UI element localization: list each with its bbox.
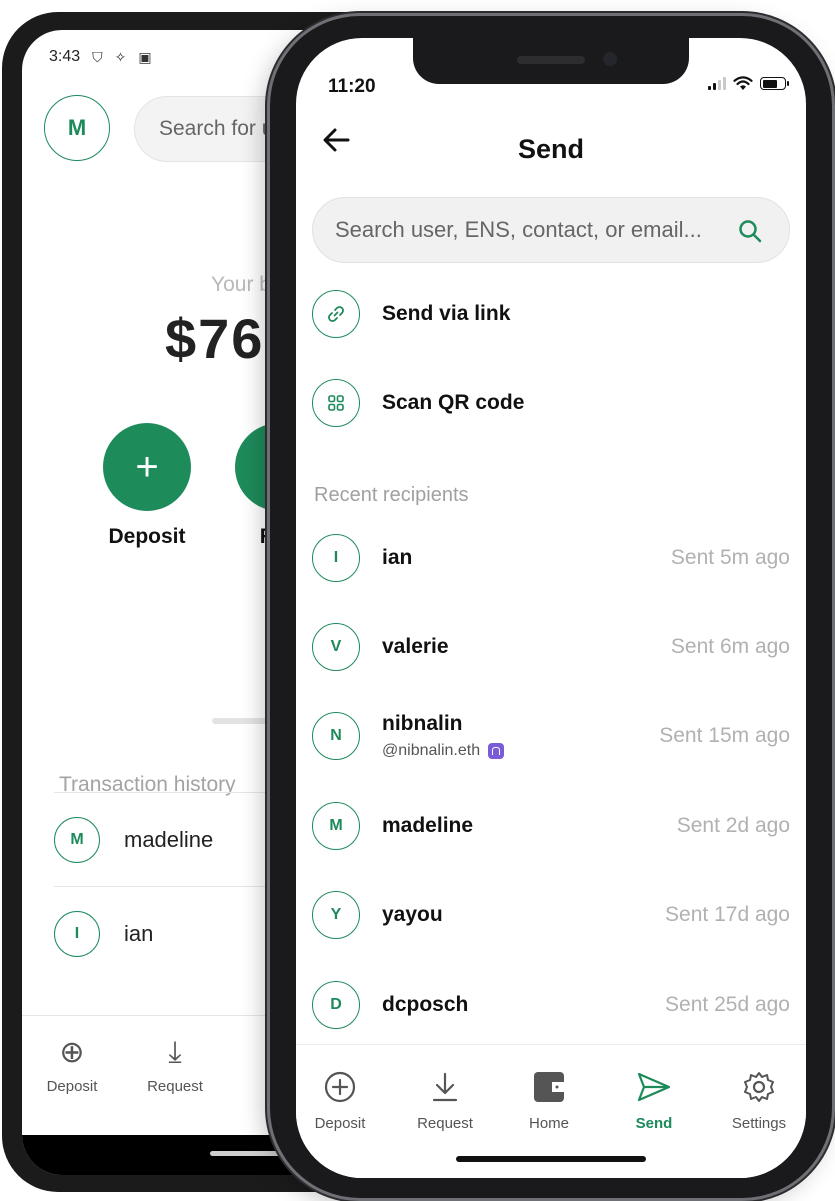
plus-icon: + [103, 423, 191, 511]
recipient-name: madeline [382, 814, 474, 837]
tab-request[interactable]: Request [397, 1069, 493, 1132]
recipient-row[interactable]: M madeline Sent 2d ago [312, 796, 790, 856]
recipient-name: ian [382, 546, 413, 569]
page-title: Send [517, 134, 584, 164]
recipient-avatar: D [312, 981, 360, 1029]
scan-qr-option[interactable]: Scan QR code [312, 373, 790, 433]
deposit-action-label: Deposit [108, 525, 186, 548]
recipient-name: yayou [382, 903, 443, 926]
android-status-bar: 3:43 ⛉ ✧ ▣ [49, 48, 152, 66]
wallet-icon [501, 1069, 597, 1105]
plus-circle-icon [296, 1069, 388, 1105]
tab-label: Home [528, 1115, 569, 1132]
battery-icon [760, 77, 789, 90]
search-placeholder: Search for u [159, 117, 274, 140]
gear-icon [711, 1069, 806, 1105]
recipient-time: Sent 6m ago [670, 635, 790, 658]
tab-request[interactable]: ⤓ Request [130, 1034, 220, 1095]
tab-send[interactable]: Send [606, 1069, 702, 1132]
shield-icon: ⛉ [92, 48, 103, 65]
plus-circle-icon: ⊕ [59, 1036, 85, 1069]
recipient-name: nibnalin [382, 712, 463, 735]
search-icon[interactable] [737, 218, 763, 244]
tab-label: Request [147, 1078, 203, 1095]
recent-recipients-title: Recent recipients [314, 484, 469, 506]
recipient-time: Sent 25d ago [665, 993, 790, 1016]
home-indicator[interactable] [456, 1156, 646, 1162]
recipient-avatar: N [312, 712, 360, 760]
tab-deposit[interactable]: ⊕ Deposit [27, 1034, 117, 1095]
deposit-action[interactable]: + Deposit [102, 423, 192, 549]
ens-badge-icon [488, 743, 505, 759]
download-icon [397, 1069, 493, 1105]
signal-icon [708, 77, 726, 90]
balance-amount: $76 [165, 307, 265, 370]
tab-label: Settings [731, 1115, 787, 1132]
recipient-row[interactable]: D dcposch Sent 25d ago [312, 975, 790, 1035]
option-label: Send via link [382, 302, 511, 325]
recipient-handle-row: @nibnalin.eth [382, 742, 505, 760]
status-indicators [708, 76, 789, 91]
tab-label: Request [417, 1115, 473, 1132]
recipient-time: Sent 5m ago [670, 546, 790, 569]
recipient-row[interactable]: V valerie Sent 6m ago [312, 617, 790, 677]
recipient-avatar: V [312, 623, 360, 671]
home-gesture-pill[interactable] [210, 1151, 290, 1156]
tab-label: Send [635, 1115, 673, 1132]
option-label: Scan QR code [382, 391, 525, 414]
recipient-name: valerie [382, 635, 449, 658]
avatar[interactable]: M [44, 95, 110, 161]
transaction-avatar: M [54, 816, 100, 863]
send-via-link-option[interactable]: Send via link [312, 284, 790, 344]
recipient-time: Sent 17d ago [665, 903, 790, 926]
tab-settings[interactable]: Settings [711, 1069, 806, 1132]
tab-label: Deposit [314, 1115, 366, 1132]
status-time: 11:20 [328, 76, 376, 97]
balance-label: Your b [211, 273, 271, 296]
speaker-grille [517, 56, 585, 64]
tab-home[interactable]: Home [501, 1069, 597, 1132]
keyboard-icon: ▣ [138, 48, 152, 65]
transaction-name: ian [124, 920, 154, 946]
recipient-avatar: M [312, 802, 360, 850]
link-icon [312, 290, 360, 338]
recipient-row[interactable]: N nibnalin @nibnalin.eth Sent 15m ago [312, 706, 790, 766]
recipient-time: Sent 15m ago [659, 724, 790, 747]
wifi-icon [733, 76, 753, 90]
camera-icon [603, 52, 617, 66]
tab-deposit[interactable]: Deposit [296, 1069, 388, 1132]
transaction-name: madeline [124, 826, 214, 852]
iphone: 11:20 Send Search user, ENS, contact, or… [270, 16, 832, 1198]
location-icon: ✧ [114, 48, 127, 65]
download-icon: ⤓ [168, 1036, 182, 1069]
recipient-name: dcposch [382, 993, 469, 1016]
recipient-avatar: Y [312, 891, 360, 939]
recipient-row[interactable]: I ian Sent 5m ago [312, 528, 790, 588]
recipient-avatar: I [312, 534, 360, 582]
tab-label: Deposit [46, 1078, 98, 1095]
send-icon [606, 1069, 702, 1105]
search-input[interactable] [335, 217, 735, 243]
notch [413, 38, 689, 84]
recipient-time: Sent 2d ago [676, 814, 790, 837]
qr-code-icon [312, 379, 360, 427]
recipient-handle: @nibnalin.eth [382, 742, 481, 759]
transaction-avatar: I [54, 910, 100, 957]
iphone-screen: 11:20 Send Search user, ENS, contact, or… [296, 38, 806, 1178]
android-status-time: 3:43 [49, 48, 81, 65]
recipient-row[interactable]: Y yayou Sent 17d ago [312, 885, 790, 945]
search-bar[interactable] [312, 197, 790, 263]
